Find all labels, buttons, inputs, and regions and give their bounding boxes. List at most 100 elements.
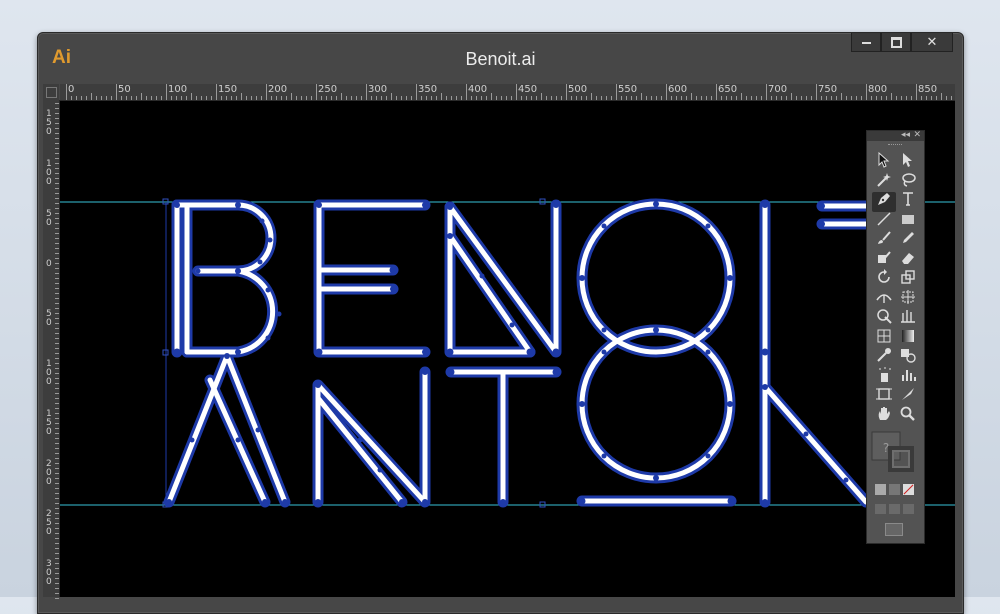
draw-normal-button[interactable] [875, 504, 886, 514]
maximize-button[interactable] [881, 33, 911, 52]
zoom-tool[interactable] [896, 406, 920, 427]
ruler-tick [421, 96, 422, 100]
ruler-tick [55, 363, 59, 364]
ruler-tick [55, 403, 59, 404]
pen-tool[interactable] [872, 192, 896, 212]
ruler-tick [311, 96, 312, 100]
artboard-tool[interactable] [872, 387, 896, 407]
ruler-tick [646, 96, 647, 100]
ruler-tick [55, 493, 59, 494]
ruler-tick [55, 583, 59, 584]
eraser-tool[interactable] [896, 251, 920, 271]
ruler-tick [55, 133, 59, 134]
lasso-tool[interactable] [896, 173, 920, 193]
ruler-tick [55, 323, 59, 324]
rectangle-tool[interactable] [896, 212, 920, 232]
column-graph-tool[interactable] [896, 368, 920, 388]
scale-tool[interactable] [896, 270, 920, 290]
ruler-tick [55, 278, 59, 279]
ruler-tick [55, 473, 59, 474]
gradient-button[interactable] [889, 484, 900, 495]
ruler-tick [721, 96, 722, 100]
ruler-tick [55, 283, 59, 284]
ruler-tick [76, 96, 77, 100]
eyedropper-tool[interactable] [872, 348, 896, 368]
ruler-tick [501, 96, 502, 100]
ruler-label: 100 [46, 359, 52, 387]
ruler-tick [741, 93, 742, 100]
rotate-tool[interactable] [872, 269, 896, 290]
draw-behind-button[interactable] [889, 504, 900, 514]
ruler-tick [656, 96, 657, 100]
gradient-tool[interactable] [896, 329, 920, 349]
line-segment-tool[interactable] [872, 212, 896, 232]
ruler-tick [55, 158, 59, 159]
minimize-icon [861, 41, 871, 44]
fill-stroke-swatch[interactable]: ? [871, 431, 919, 476]
selection-tool[interactable] [872, 152, 896, 173]
ruler-tick [86, 96, 87, 100]
ruler-tick [861, 96, 862, 100]
ruler-tick [55, 183, 59, 184]
ruler-label: 200 [268, 84, 288, 95]
close-button[interactable]: ✕ [911, 33, 953, 52]
ruler-tick [701, 96, 702, 100]
ruler-tick [596, 96, 597, 100]
close-panel-icon[interactable]: ✕ [913, 129, 921, 140]
tools-panel-header[interactable]: ◂◂ ✕ [867, 129, 924, 141]
ruler-tick [321, 96, 322, 100]
ruler-tick [561, 96, 562, 100]
ruler-tick [176, 96, 177, 100]
paintbrush-tool[interactable] [872, 231, 896, 251]
ruler-tick [391, 93, 392, 100]
blob-brush-tool[interactable] [872, 251, 896, 271]
ruler-tick [586, 96, 587, 100]
ruler-tick [55, 523, 59, 524]
direct-selection-tool[interactable] [896, 153, 920, 173]
ruler-tick [731, 96, 732, 100]
horizontal-ruler[interactable]: 0 50 100 150 200 250 300 350 400 450 500 550 600 650 7… [60, 84, 955, 101]
slice-tool[interactable] [896, 387, 920, 407]
ruler-label: 850 [918, 84, 938, 95]
hand-tool[interactable] [872, 406, 896, 427]
ruler-tick [201, 96, 202, 100]
vertical-ruler[interactable]: 150 100 50 0 50 100 150 200 250 300 [43, 100, 60, 599]
ruler-label: 300 [368, 84, 388, 95]
minimize-button[interactable] [851, 33, 881, 52]
ruler-tick [896, 96, 897, 100]
mesh-tool[interactable] [872, 329, 896, 349]
ruler-tick [55, 533, 59, 534]
symbol-sprayer-tool[interactable] [872, 367, 896, 388]
ruler-tick [55, 193, 59, 194]
none-button[interactable] [903, 484, 914, 495]
ruler-tick [786, 96, 787, 100]
artboard-canvas[interactable] [60, 101, 955, 597]
type-tool[interactable] [896, 192, 920, 212]
draw-mode-buttons [875, 504, 914, 514]
ruler-tick [55, 393, 59, 394]
perspective-grid-tool[interactable] [896, 309, 920, 329]
magic-wand-tool[interactable] [872, 172, 896, 193]
ruler-tick [55, 343, 59, 344]
collapse-panel-icon[interactable]: ◂◂ [901, 129, 910, 140]
ruler-label: 100 [46, 159, 52, 187]
blend-tool[interactable] [896, 348, 920, 368]
ruler-origin-corner[interactable] [43, 84, 59, 100]
ruler-tick [55, 248, 59, 249]
screen-mode-button[interactable] [885, 523, 903, 536]
color-button[interactable] [875, 484, 886, 495]
shape-builder-tool[interactable] [872, 309, 896, 329]
ruler-tick [191, 93, 192, 100]
pencil-tool[interactable] [896, 231, 920, 251]
panel-grip[interactable] [867, 141, 924, 149]
width-tool[interactable] [872, 290, 896, 310]
ruler-tick [196, 96, 197, 100]
ruler-tick [846, 96, 847, 100]
ruler-tick [55, 503, 59, 504]
ruler-tick [706, 96, 707, 100]
draw-inside-button[interactable] [903, 504, 914, 514]
ruler-tick [401, 96, 402, 100]
ruler-tick [55, 598, 59, 599]
ruler-tick [55, 468, 59, 469]
free-transform-tool[interactable] [896, 289, 920, 310]
